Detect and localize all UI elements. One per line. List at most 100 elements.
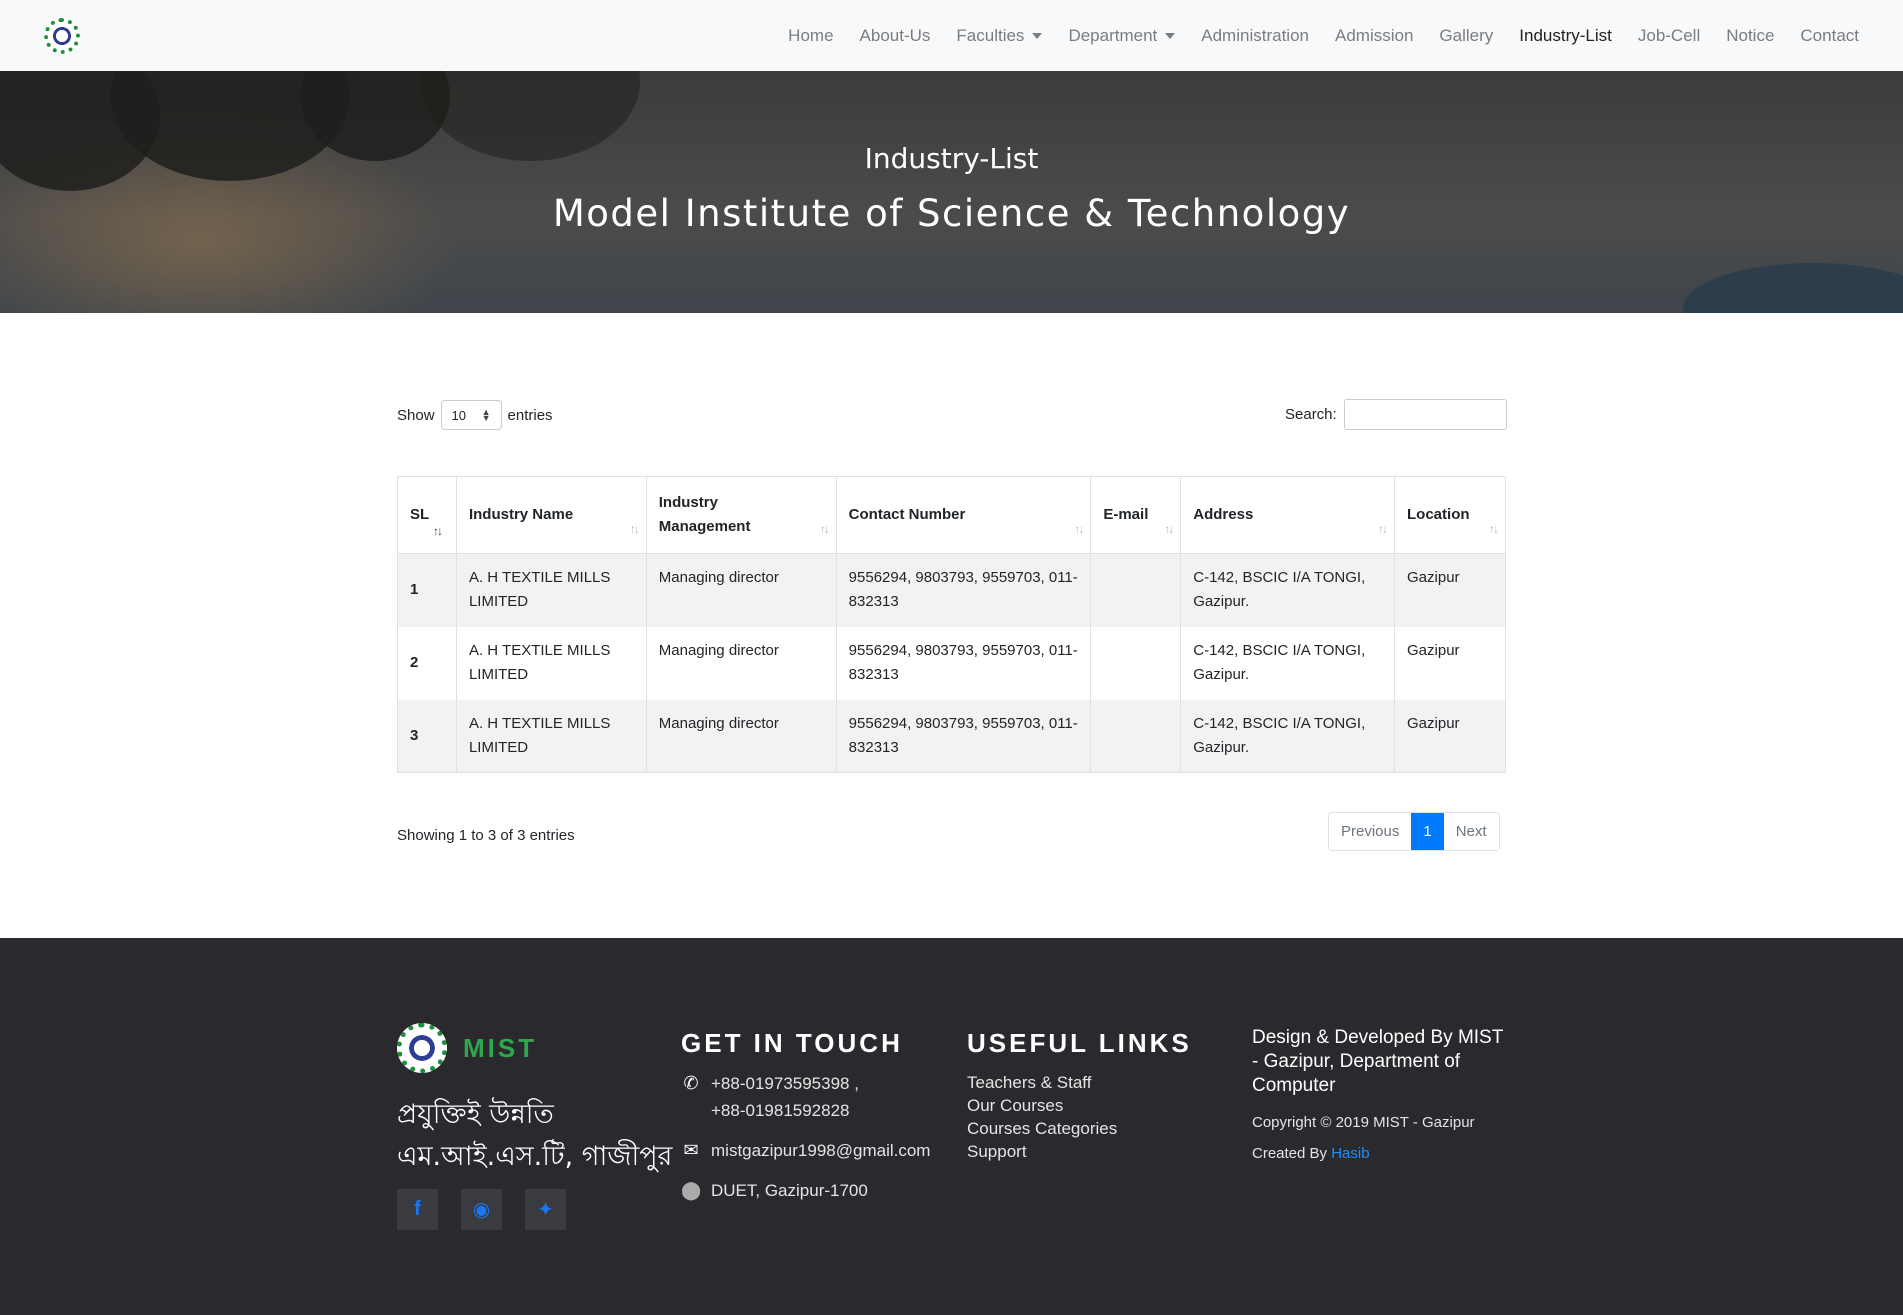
nav-label: Home xyxy=(788,25,834,45)
cell-contact: 9556294, 9803793, 9559703, 011-832313 xyxy=(835,553,1091,627)
logo-icon[interactable] xyxy=(44,17,80,54)
column-header-industry-management[interactable]: Industry Management ↑↓ xyxy=(645,476,837,554)
nav-label: Job-Cell xyxy=(1637,25,1701,45)
created-by-link[interactable]: Hasib xyxy=(1331,1145,1369,1162)
cell-email xyxy=(1090,553,1181,627)
nav-item-notice[interactable]: Notice xyxy=(1726,26,1774,46)
nav-item-department[interactable]: Department xyxy=(1068,26,1176,46)
table-row: 1 A. H TEXTILE MILLS LIMITED Managing di… xyxy=(397,553,1506,627)
phone-row: ✆ +88-01973595398 , +88-01981592828 xyxy=(681,1070,859,1124)
cell-email xyxy=(1090,626,1181,700)
brand-name: MIST xyxy=(463,1032,538,1063)
cell-location: Gazipur xyxy=(1394,553,1506,627)
sort-icon: ↑↓ xyxy=(629,522,640,536)
search-control: Search: xyxy=(1285,399,1507,430)
link-teachers-staff[interactable]: Teachers & Staff xyxy=(967,1071,1117,1094)
nav-item-faculties[interactable]: Faculties xyxy=(956,25,1043,46)
sort-icon: ↑↓ xyxy=(1164,522,1174,536)
address-row: ⬤ DUET, Gazipur-1700 xyxy=(681,1177,868,1204)
social-links: f ◉ ✦ xyxy=(397,1189,589,1230)
header-label: Industry Name xyxy=(468,506,574,523)
footer: MIST প্রযুক্তিই উন্নতি এম.আই.এস.টি, গাজী… xyxy=(0,938,1903,1315)
header-label: Industry Management xyxy=(658,494,751,535)
table-header-row: SL ↑↓ Industry Name ↑↓ Industry Management… xyxy=(397,476,1506,554)
table-info: Showing 1 to 3 of 3 entries xyxy=(397,827,575,844)
hero-banner: Industry-List Model Institute of Science… xyxy=(0,71,1903,313)
show-label: Show xyxy=(397,406,435,424)
column-header-address[interactable]: Address ↑↓ xyxy=(1180,476,1395,554)
nav-label: About-Us xyxy=(859,25,931,45)
header-label: Address xyxy=(1193,506,1254,523)
nav-label: Faculties xyxy=(956,25,1025,45)
page-button-current[interactable]: 1 xyxy=(1411,813,1444,850)
logo-icon[interactable] xyxy=(397,1023,447,1073)
cell-location: Gazipur xyxy=(1394,626,1506,700)
nav-label: Notice xyxy=(1726,25,1775,45)
industry-table: SL ↑↓ Industry Name ↑↓ Industry Management… xyxy=(397,476,1506,773)
column-header-sl[interactable]: SL ↑↓ xyxy=(397,476,457,554)
table-row: 2 A. H TEXTILE MILLS LIMITED Managing di… xyxy=(397,626,1506,700)
facebook-icon[interactable]: f xyxy=(397,1189,438,1230)
column-header-location[interactable]: Location ↑↓ xyxy=(1394,476,1506,554)
phone-number-2: +88-01981592828 xyxy=(711,1101,850,1120)
nav-item-admission[interactable]: Admission xyxy=(1335,26,1413,46)
hero-hill xyxy=(1683,263,1903,313)
column-header-contact-number[interactable]: Contact Number ↑↓ xyxy=(835,476,1091,554)
previous-page-button[interactable]: Previous xyxy=(1329,813,1412,850)
cell-location: Gazipur xyxy=(1394,699,1506,773)
get-in-touch-heading: GET IN TOUCH xyxy=(681,1028,903,1058)
sort-asc-icon: ↑↓ xyxy=(433,524,443,538)
cell-industry-name: A. H TEXTILE MILLS LIMITED xyxy=(455,699,647,773)
nav-item-gallery[interactable]: Gallery xyxy=(1439,26,1493,46)
nav-item-industry-list[interactable]: Industry-List xyxy=(1519,26,1612,46)
nav-label: Industry-List xyxy=(1519,25,1612,45)
sort-icon: ↑↓ xyxy=(819,522,830,536)
link-support[interactable]: Support xyxy=(967,1140,1117,1163)
nav-item-job-cell[interactable]: Job-Cell xyxy=(1638,26,1700,46)
tagline-line-2: এম.আই.এস.টি, গাজীপুর xyxy=(397,1141,673,1172)
nav-label: Contact xyxy=(1800,25,1859,45)
entries-select[interactable]: 10 ▲ ▼ xyxy=(440,400,502,430)
caret-down-icon xyxy=(1032,32,1043,39)
entries-label: entries xyxy=(507,406,553,424)
cell-sl: 2 xyxy=(397,626,457,700)
link-our-courses[interactable]: Our Courses xyxy=(967,1094,1117,1117)
nav-label: Gallery xyxy=(1439,25,1494,45)
phone-number: +88-01973595398 , xyxy=(711,1074,859,1093)
cell-address: C-142, BSCIC I/A TONGI, Gazipur. xyxy=(1180,553,1395,627)
next-page-button[interactable]: Next xyxy=(1443,813,1499,850)
phone-text: +88-01973595398 , +88-01981592828 xyxy=(711,1070,859,1124)
cell-address: C-142, BSCIC I/A TONGI, Gazipur. xyxy=(1180,699,1395,773)
cell-email xyxy=(1090,699,1181,773)
twitter-icon[interactable]: ✦ xyxy=(525,1189,566,1230)
link-courses-categories[interactable]: Courses Categories xyxy=(967,1117,1117,1140)
messenger-icon[interactable]: ◉ xyxy=(461,1189,502,1230)
cell-address: C-142, BSCIC I/A TONGI, Gazipur. xyxy=(1180,626,1395,700)
envelope-icon: ✉ xyxy=(683,1140,699,1160)
cell-industry-name: A. H TEXTILE MILLS LIMITED xyxy=(455,626,647,700)
entries-select-value: 10 xyxy=(451,407,466,423)
useful-links-heading: USEFUL LINKS xyxy=(967,1028,1192,1058)
cell-contact: 9556294, 9803793, 9559703, 011-832313 xyxy=(835,626,1091,700)
nav-item-contact[interactable]: Contact xyxy=(1800,26,1859,46)
pagination: Previous 1 Next xyxy=(1328,812,1500,851)
nav-item-home[interactable]: Home xyxy=(788,26,833,46)
navbar: Home About-Us Faculties Department Admin… xyxy=(0,0,1903,71)
cell-contact: 9556294, 9803793, 9559703, 011-832313 xyxy=(835,699,1091,773)
search-input[interactable] xyxy=(1343,399,1507,430)
useful-links-list: Teachers & Staff Our Courses Courses Cat… xyxy=(967,1071,1117,1163)
entries-length-control: Show 10 ▲ ▼ entries xyxy=(397,400,553,430)
header-label: Location xyxy=(1407,506,1470,523)
nav-item-administration[interactable]: Administration xyxy=(1201,26,1309,46)
dev-credit: Design & Developed By MIST - Gazipur, De… xyxy=(1252,1027,1503,1096)
column-header-industry-name[interactable]: Industry Name ↑↓ xyxy=(455,476,647,554)
hero-subtitle: Industry-List xyxy=(864,142,1039,175)
column-header-email[interactable]: E-mail ↑↓ xyxy=(1090,476,1181,554)
created-by: Created By Hasib xyxy=(1252,1145,1370,1162)
header-label: SL xyxy=(410,506,430,523)
nav-item-about-us[interactable]: About-Us xyxy=(860,26,931,46)
email-text[interactable]: mistgazipur1998@gmail.com xyxy=(711,1137,930,1164)
cell-sl: 3 xyxy=(397,699,457,773)
email-row: ✉ mistgazipur1998@gmail.com xyxy=(681,1137,930,1164)
footer-brand: MIST xyxy=(397,1023,537,1073)
